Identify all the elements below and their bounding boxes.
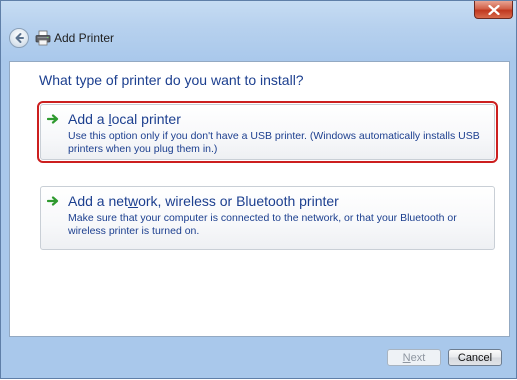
- option-description: Use this option only if you don't have a…: [68, 130, 480, 155]
- close-icon: [487, 4, 500, 15]
- option-title: Add a local printer: [68, 111, 181, 127]
- add-network-printer-option[interactable]: Add a network, wireless or Bluetooth pri…: [40, 186, 495, 250]
- dialog-window: Add Printer What type of printer do you …: [0, 0, 517, 379]
- window-title: Add Printer: [54, 31, 115, 45]
- printer-icon: [35, 30, 51, 46]
- option-description: Make sure that your computer is connecte…: [68, 212, 457, 237]
- title-bar: Add Printer: [1, 1, 517, 61]
- green-arrow-icon: [47, 196, 59, 206]
- back-arrow-icon: [15, 33, 24, 43]
- close-button[interactable]: [474, 1, 513, 19]
- next-button[interactable]: Next: [387, 349, 441, 366]
- option-title: Add a network, wireless or Bluetooth pri…: [68, 193, 339, 209]
- green-arrow-icon: [47, 114, 59, 124]
- cancel-button[interactable]: Cancel: [448, 349, 502, 366]
- page-heading: What type of printer do you want to inst…: [39, 72, 304, 88]
- content-panel: What type of printer do you want to inst…: [9, 61, 510, 337]
- add-local-printer-option[interactable]: Add a local printer Use this option only…: [37, 101, 498, 163]
- back-button[interactable]: [9, 28, 29, 48]
